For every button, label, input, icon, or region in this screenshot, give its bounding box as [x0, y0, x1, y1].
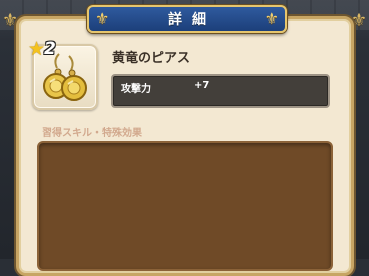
stat-value-attack: +7 — [194, 80, 210, 91]
item-name: 黄竜のピアス — [112, 51, 191, 66]
rarity-count: 2 — [44, 39, 56, 59]
rarity-badge: ★ 2 — [28, 38, 72, 60]
fleur-de-lis-icon: ⚜ — [264, 9, 279, 28]
page-title: 詳細 — [168, 12, 216, 28]
stat-box: 攻撃力 +7 — [111, 74, 330, 108]
header-plate: ⚜ 詳細 ⚜ — [87, 5, 287, 33]
fleur-de-lis-icon: ⚜ — [95, 9, 110, 28]
skills-list-box[interactable] — [37, 141, 333, 271]
stat-label-attack: 攻撃力 — [121, 84, 151, 95]
star-icon: ★ — [28, 38, 46, 60]
skills-section-title: 習得スキル・特殊効果 — [42, 128, 142, 139]
